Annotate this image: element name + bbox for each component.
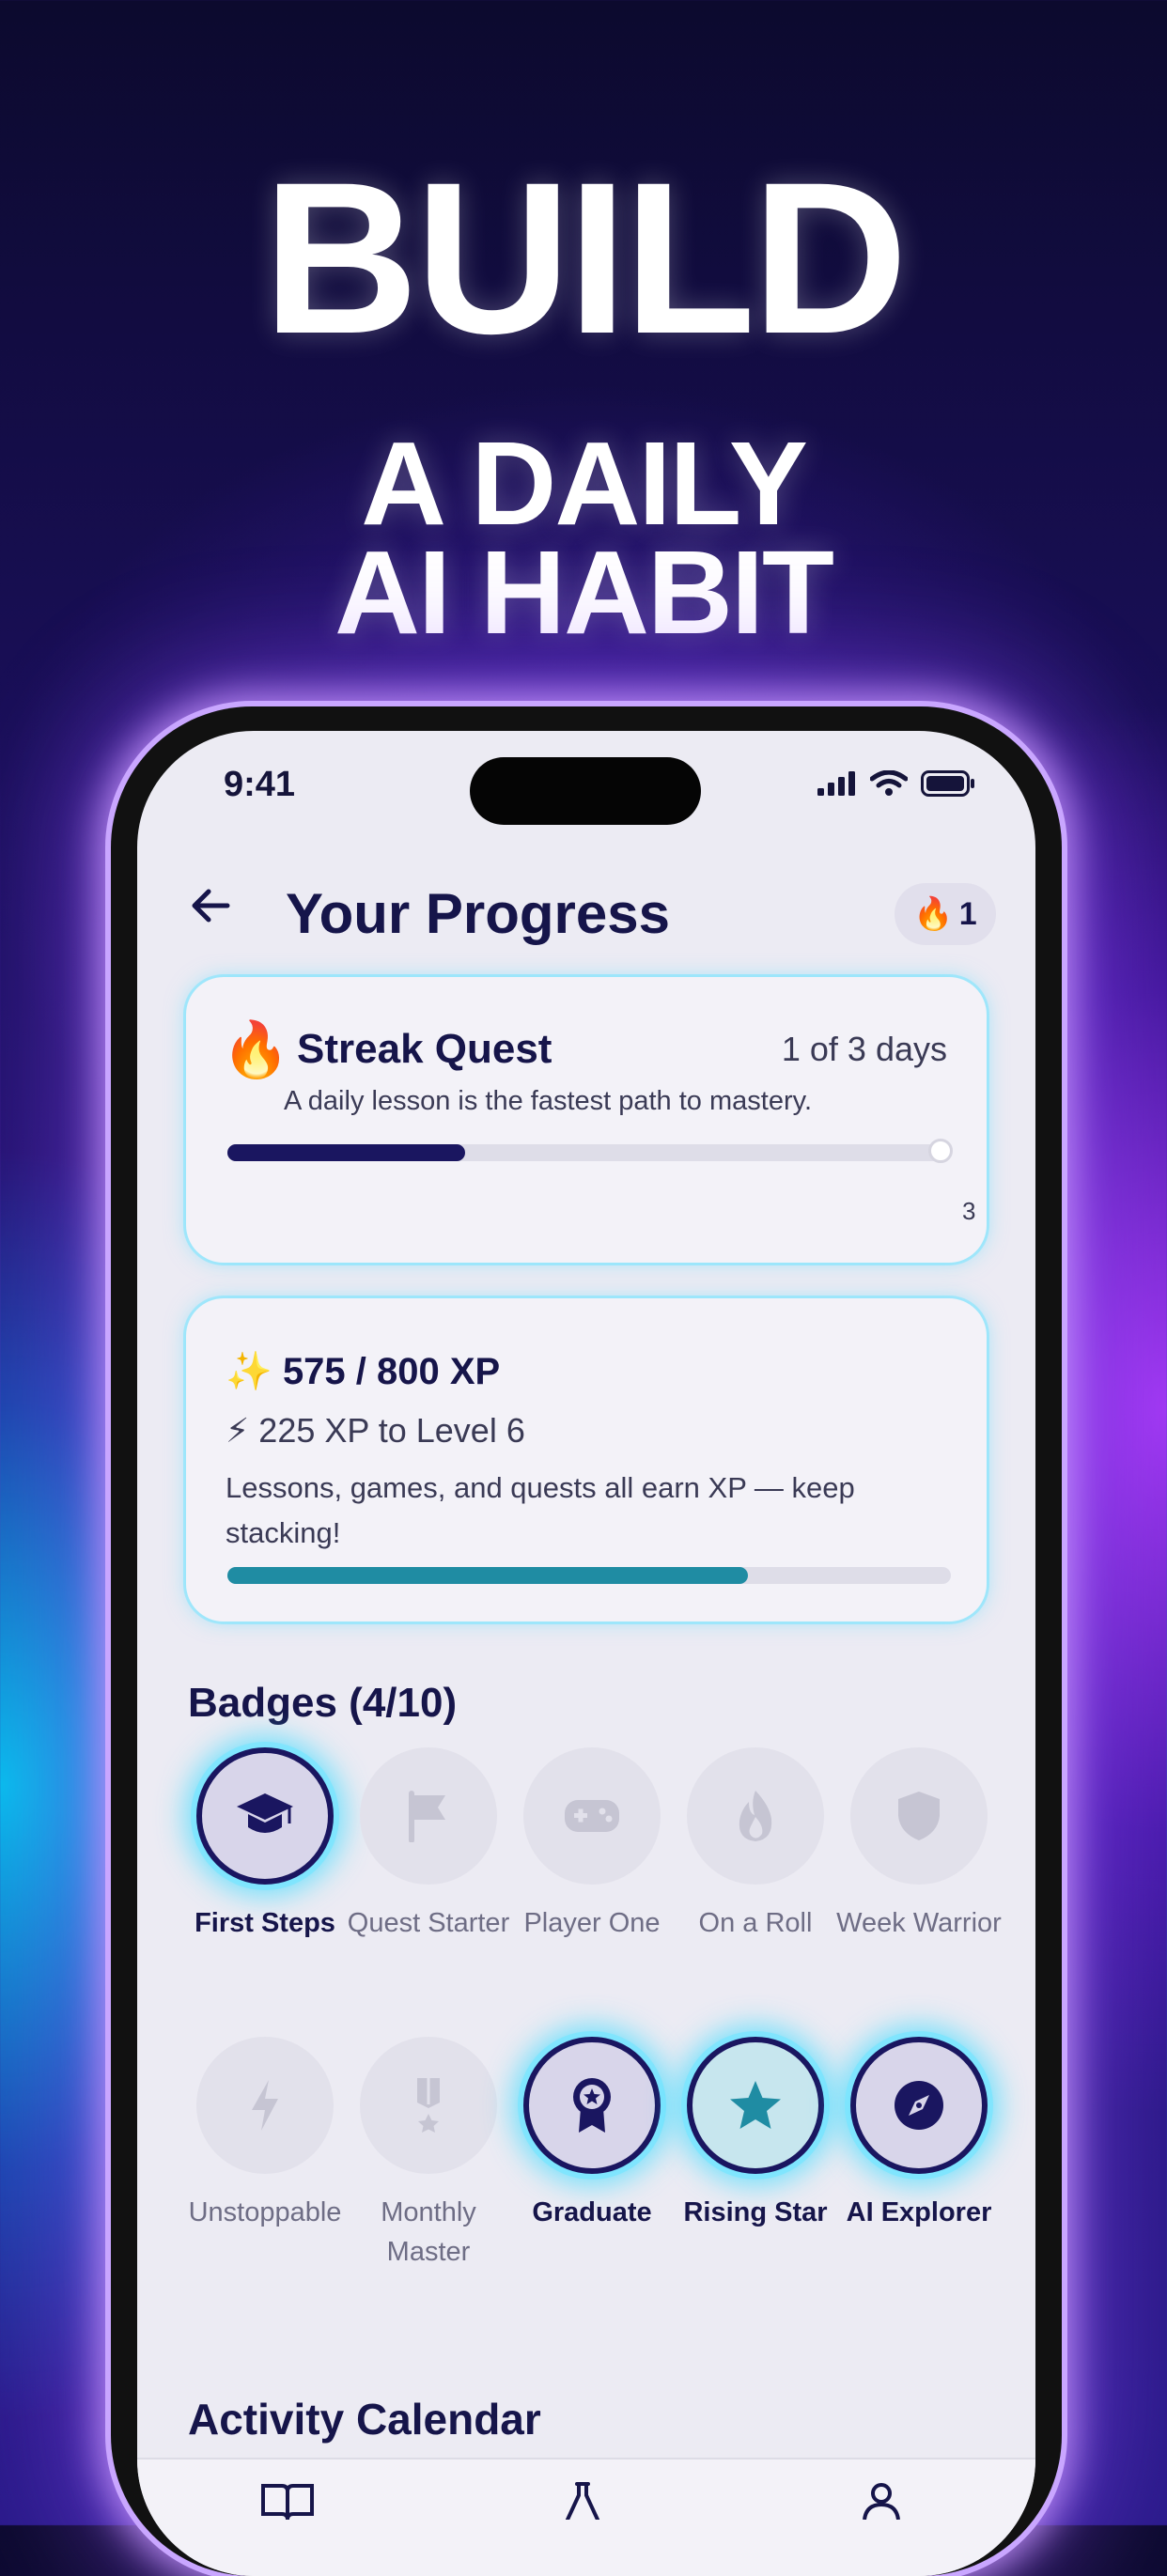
badge-circle: [850, 1747, 988, 1885]
badges-heading: Badges (4/10): [188, 1680, 458, 1726]
badge-rising-star[interactable]: Rising Star: [673, 2037, 838, 2232]
badge-label: First Steps: [194, 1908, 335, 1938]
streak-progress-bar: [227, 1139, 953, 1163]
battery-icon: [921, 770, 974, 797]
wifi-icon: [870, 770, 908, 796]
badge-label: On a Roll: [698, 1908, 813, 1938]
streak-count: 1: [958, 895, 977, 932]
xp-to-level-text: 225 XP to Level 6: [258, 1411, 525, 1450]
badge-label: Week Warrior: [836, 1908, 1002, 1938]
compass-icon: [895, 2081, 943, 2130]
badge-circle: [360, 2037, 497, 2174]
badge-circle: [360, 1747, 497, 1885]
badge-graduate[interactable]: Graduate: [509, 2037, 675, 2232]
badge-circle: [687, 2037, 824, 2174]
badge-circle: [523, 2037, 661, 2174]
badge-player-one[interactable]: Player One: [509, 1747, 675, 1943]
bolt-icon: [252, 2080, 278, 2131]
arrow-left-icon: [192, 889, 230, 923]
flag-icon: [409, 1791, 445, 1842]
page-title: Your Progress: [286, 882, 671, 945]
badge-first-steps[interactable]: First Steps: [182, 1747, 348, 1943]
status-icons: [817, 770, 975, 797]
activity-calendar-heading: Activity Calendar: [188, 2395, 541, 2444]
streak-quest-title: Streak Quest: [297, 1026, 552, 1072]
badge-monthly-master[interactable]: Monthly Master: [346, 2037, 511, 2272]
book-icon: [261, 2484, 314, 2521]
flame-icon: 🔥: [222, 1019, 290, 1080]
graduation-cap-icon: [237, 1793, 293, 1833]
xp-description: Lessons, games, and quests all earn XP —…: [226, 1471, 855, 1549]
profile-icon: [863, 2483, 900, 2521]
badge-label: Unstoppable: [188, 2197, 342, 2227]
xp-to-level: ⚡ 225 XP to Level 6: [226, 1411, 525, 1451]
badge-label: Quest Starter: [347, 1908, 510, 1938]
streak-quest-days: 1 of 3 days: [781, 1030, 947, 1068]
xp-progress-fill: [227, 1567, 749, 1584]
badge-circle: [687, 1747, 824, 1885]
streak-counter-chip[interactable]: 🔥 1: [895, 883, 996, 945]
streak-progress-fill: [227, 1144, 465, 1161]
top-bar: Your Progress 🔥 1: [137, 862, 1035, 956]
headline-ai-habit: AI HABIT: [335, 526, 834, 659]
status-bar: 9:41: [137, 731, 1035, 834]
xp-total-value: 575 / 800 XP: [282, 1351, 501, 1392]
award-icon: [573, 2078, 611, 2133]
bolt-icon: ⚡: [226, 1411, 250, 1450]
tab-lab[interactable]: [562, 2482, 603, 2524]
badge-circle: [196, 1747, 334, 1885]
status-time: 9:41: [224, 765, 296, 804]
xp-progress-bar: [227, 1567, 951, 1584]
badge-label: AI Explorer: [846, 2197, 992, 2227]
sparkles-icon: ✨: [226, 1351, 272, 1392]
tab-profile[interactable]: [861, 2482, 902, 2524]
flame-icon: [739, 1791, 772, 1841]
headline-build: BUILD: [262, 137, 909, 379]
back-button[interactable]: [188, 883, 233, 940]
flask-icon: [566, 2482, 599, 2522]
medal-icon: [417, 2078, 440, 2133]
badge-circle: [523, 1747, 661, 1885]
badge-label: Player One: [523, 1908, 661, 1938]
phone-screen: 9:41 Your Progress 🔥 1 🔥 Streak Quest 1 …: [137, 731, 1035, 2576]
xp-total: ✨ 575 / 800 XP: [226, 1349, 500, 1393]
dynamic-island: [470, 757, 701, 825]
badge-week-warrior[interactable]: Week Warrior: [836, 1747, 1002, 1943]
badge-on-a-roll[interactable]: On a Roll: [673, 1747, 838, 1943]
badge-unstoppable[interactable]: Unstoppable: [182, 2037, 348, 2232]
xp-card: ✨ 575 / 800 XP ⚡ 225 XP to Level 6 Lesso…: [186, 1298, 987, 1622]
badge-circle: [196, 2037, 334, 2174]
badge-quest-starter[interactable]: Quest Starter: [346, 1747, 511, 1943]
tab-learn[interactable]: [259, 2482, 316, 2524]
streak-goal-marker: [928, 1139, 953, 1163]
phone-frame: 9:41 Your Progress 🔥 1 🔥 Streak Quest 1 …: [111, 706, 1062, 2576]
signal-icon: [817, 771, 855, 796]
streak-goal-label: 3: [962, 1197, 976, 1225]
gamepad-icon: [565, 1800, 619, 1832]
badge-ai-explorer[interactable]: AI Explorer: [836, 2037, 1002, 2232]
badge-circle: [850, 2037, 988, 2174]
shield-icon: [898, 1792, 940, 1840]
flame-icon: 🔥: [913, 896, 954, 932]
star-icon: [730, 2081, 781, 2129]
badge-label: Monthly Master: [381, 2197, 476, 2267]
tab-bar: [137, 2458, 1035, 2576]
badge-label: Graduate: [532, 2197, 652, 2227]
streak-quest-subtitle: A daily lesson is the fastest path to ma…: [284, 1086, 813, 1116]
badge-label: Rising Star: [683, 2197, 828, 2227]
streak-quest-card: 🔥 Streak Quest 1 of 3 days A daily lesso…: [186, 977, 987, 1263]
